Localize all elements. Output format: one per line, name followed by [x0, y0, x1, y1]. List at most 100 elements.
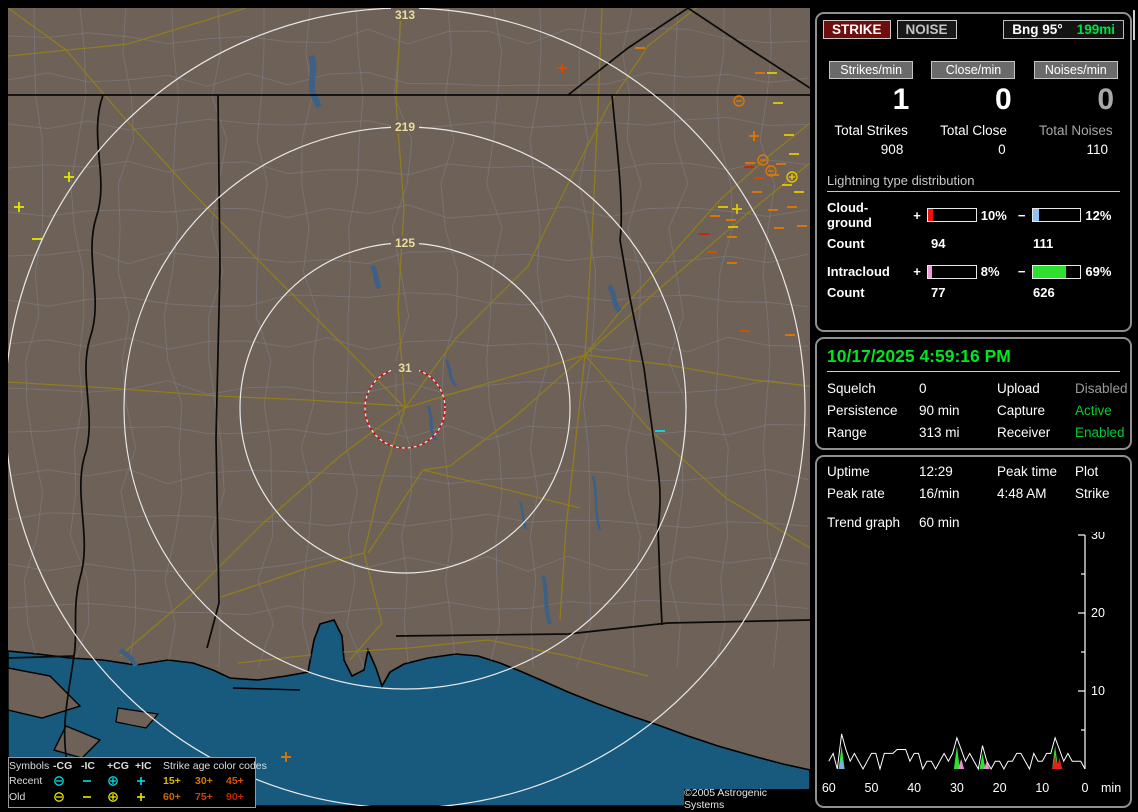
receiver-label: Receiver: [997, 425, 1051, 440]
age-code-60: 60+: [163, 791, 181, 803]
plus-icon: [135, 775, 163, 789]
svg-text:125: 125: [395, 236, 415, 250]
bearing-value: Bng 95°: [1012, 22, 1063, 37]
upload-status: Disabled: [1075, 381, 1128, 396]
total-strikes-label: Total Strikes: [834, 123, 908, 138]
cloud-ground-label: Cloud-ground: [827, 200, 872, 230]
copyright-text: ©2005 Astrogenic Systems: [684, 787, 810, 811]
strike-stats-panel: STRIKE NOISE Bng 95° 199mi Strikes/min C…: [815, 12, 1132, 332]
range-label: Range: [827, 425, 867, 440]
svg-text:20: 20: [993, 781, 1007, 795]
age-code-75: 75+: [195, 791, 213, 803]
trend-graph-chart: 10 20 30 60 50 40 30 20 10 0 min: [822, 532, 1121, 795]
uptime-label: Uptime: [827, 464, 870, 479]
minus-sign: −: [1017, 264, 1026, 279]
strikes-per-min-button[interactable]: Strikes/min: [829, 61, 914, 79]
strike-button[interactable]: STRIKE: [823, 20, 891, 39]
uptime-value: 12:29: [919, 464, 953, 479]
intracloud-label: Intracloud: [827, 264, 890, 279]
total-noises-value: 110: [1086, 142, 1108, 157]
total-strikes-value: 908: [880, 142, 904, 157]
svg-text:31: 31: [398, 361, 412, 375]
cg-positive-count: 94: [931, 236, 946, 251]
close-per-min-value: 0: [994, 83, 1012, 116]
noises-per-min-value: 0: [1097, 83, 1114, 116]
svg-text:40: 40: [907, 781, 921, 795]
ic-positive-pct: 8%: [980, 264, 1000, 279]
capture-label: Capture: [997, 403, 1046, 418]
circle-plus-icon: [107, 791, 135, 805]
range-value: 313 mi: [919, 425, 960, 440]
svg-text:313: 313: [395, 8, 415, 22]
peak-rate-value: 16/min: [919, 486, 960, 501]
legend-col-cg-pos: +CG: [107, 760, 129, 772]
svg-text:0: 0: [1082, 781, 1089, 795]
svg-text:10: 10: [1035, 781, 1049, 795]
ic-positive-bar: [927, 264, 977, 279]
ic-negative-count: 626: [1033, 285, 1055, 300]
distribution-title: Lightning type distribution: [827, 173, 1120, 192]
datetime-display: 10/17/2025 4:59:16 PM: [827, 346, 1120, 372]
ic-positive-count: 77: [931, 285, 946, 300]
peak-time-value: 4:48 AM: [997, 486, 1047, 501]
distance-value: 199mi: [1076, 22, 1115, 37]
svg-text:20: 20: [1091, 606, 1105, 620]
svg-text:10: 10: [1091, 684, 1105, 698]
cg-negative-pct: 12%: [1085, 207, 1112, 223]
cg-count-label: Count: [827, 236, 865, 251]
plot-mode-value: Strike: [1075, 486, 1110, 501]
legend-col-ic-pos: +IC: [135, 760, 152, 772]
trend-graph-label: Trend graph: [827, 515, 901, 530]
plus-icon: [135, 791, 163, 805]
minus-sign: −: [1017, 207, 1026, 223]
cg-positive-pct: 10%: [980, 207, 1007, 223]
legend-symbols-header: Symbols: [9, 760, 50, 772]
window-edge-mark: [1133, 10, 1135, 40]
legend-col-cg-neg: -CG: [53, 760, 73, 772]
plus-sign: +: [913, 264, 921, 279]
trend-graph-value: 60 min: [919, 515, 960, 530]
svg-text:219: 219: [395, 120, 415, 134]
squelch-value: 0: [919, 381, 927, 396]
ic-negative-pct: 69%: [1085, 264, 1112, 279]
total-close-label: Total Close: [940, 123, 1007, 138]
squelch-label: Squelch: [827, 381, 876, 396]
trend-panel: Uptime 12:29 Peak time Plot Peak rate 16…: [815, 455, 1132, 808]
ic-negative-bar: [1032, 264, 1082, 279]
noises-per-min-button[interactable]: Noises/min: [1033, 61, 1118, 79]
map-legend: Symbols -CG -IC +CG +IC Strike age color…: [8, 757, 267, 808]
plus-sign: +: [913, 207, 921, 223]
svg-text:30: 30: [950, 781, 964, 795]
persistence-label: Persistence: [827, 403, 898, 418]
circle-minus-icon: [53, 791, 81, 805]
minus-icon: [81, 791, 107, 805]
noise-button[interactable]: NOISE: [896, 20, 957, 39]
total-close-value: 0: [998, 142, 1006, 157]
minus-icon: [81, 775, 107, 789]
bearing-readout[interactable]: Bng 95° 199mi: [1003, 20, 1124, 39]
receiver-status: Enabled: [1075, 425, 1125, 440]
circle-minus-icon: [53, 775, 81, 789]
age-code-15: 15+: [163, 775, 181, 787]
plot-label: Plot: [1075, 464, 1099, 479]
persistence-value: 90 min: [919, 403, 960, 418]
ic-count-label: Count: [827, 285, 865, 300]
lightning-map[interactable]: 313 219 125 31: [8, 8, 810, 806]
close-per-min-button[interactable]: Close/min: [931, 61, 1016, 79]
strikes-per-min-value: 1: [892, 83, 910, 116]
cg-negative-count: 111: [1033, 236, 1054, 251]
legend-row-recent: Recent: [9, 775, 43, 787]
legend-col-ic-neg: -IC: [81, 760, 95, 772]
svg-text:60: 60: [822, 781, 836, 795]
age-code-90: 90+: [226, 791, 244, 803]
cg-positive-bar: [927, 208, 977, 222]
upload-label: Upload: [997, 381, 1040, 396]
capture-status: Active: [1075, 403, 1112, 418]
legend-row-old: Old: [9, 791, 26, 803]
peak-rate-label: Peak rate: [827, 486, 885, 501]
cg-negative-bar: [1032, 208, 1082, 222]
age-code-45: 45+: [226, 775, 244, 787]
status-panel: 10/17/2025 4:59:16 PM Squelch 0 Upload D…: [815, 337, 1132, 450]
peak-time-label: Peak time: [997, 464, 1058, 479]
app-window: 313 219 125 31 Symbols -CG -IC +CG +IC Stri…: [0, 0, 1138, 812]
